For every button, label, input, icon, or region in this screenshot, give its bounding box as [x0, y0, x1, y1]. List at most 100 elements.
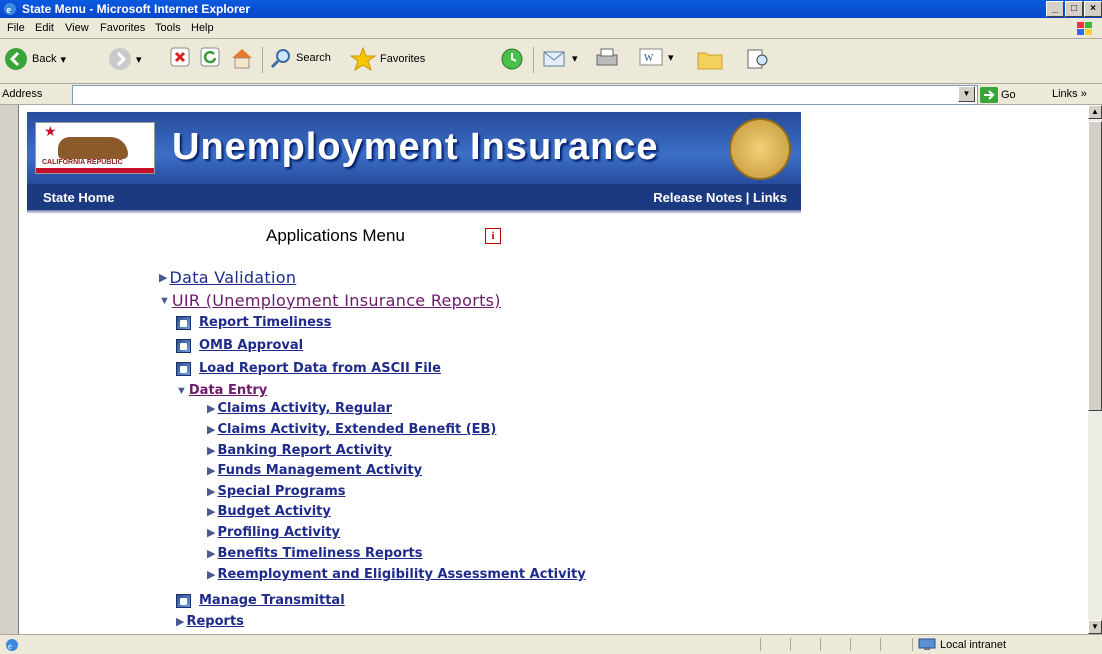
list-item[interactable]: ▶ Banking Report Activity	[207, 443, 392, 458]
data-entry-link-item[interactable]: Funds Management Activity	[217, 463, 422, 478]
california-flag-logo: ★ CALIFORNIA REPUBLIC	[35, 122, 155, 174]
page-title: Applications Menu	[266, 226, 405, 245]
edit-button[interactable]: W ▾	[638, 47, 674, 67]
data-entry-link-item[interactable]: Banking Report Activity	[217, 443, 391, 458]
forward-button[interactable]: ▾	[108, 47, 142, 71]
intranet-icon	[918, 638, 936, 650]
load-report-link[interactable]: Load Report Data from ASCII File	[199, 361, 441, 376]
svg-text:W: W	[644, 53, 654, 64]
toolbar: Back ▾ ▾ Search Favorites ▾ W ▾	[0, 39, 1102, 84]
go-arrow-icon	[980, 87, 998, 103]
window-titlebar: e State Menu - Microsoft Internet Explor…	[0, 0, 1102, 18]
history-button[interactable]	[500, 47, 524, 71]
menu-view[interactable]: View	[65, 22, 89, 34]
menu-item-manage-transmittal[interactable]: Manage Transmittal	[176, 593, 345, 608]
svg-text:e: e	[7, 5, 12, 16]
info-icon[interactable]: i	[485, 228, 501, 244]
data-entry-link-item[interactable]: Claims Activity, Extended Benefit (EB)	[217, 422, 496, 437]
menu-item-report-timeliness[interactable]: Report Timeliness	[176, 315, 331, 330]
state-home-link[interactable]: State Home	[43, 190, 115, 205]
address-input[interactable]	[72, 85, 978, 105]
menu-file[interactable]: File	[7, 22, 25, 34]
chevron-down-icon: ▾	[60, 53, 66, 66]
folder-icon	[697, 52, 723, 70]
menu-item-reports[interactable]: ▶ Reports	[176, 614, 244, 629]
uir-link[interactable]: UIR (Unemployment Insurance Reports)	[172, 291, 501, 310]
menu-edit[interactable]: Edit	[35, 22, 54, 34]
back-arrow-icon	[5, 48, 27, 70]
menu-help[interactable]: Help	[191, 22, 214, 34]
data-entry-link-item[interactable]: Reemployment and Eligibility Assessment …	[217, 567, 585, 582]
menu-favorites[interactable]: Favorites	[100, 22, 145, 34]
triangle-right-icon: ▶	[207, 506, 216, 518]
search-label: Search	[296, 52, 331, 64]
data-entry-link-item[interactable]: Special Programs	[217, 484, 345, 499]
menu-item-omb-approval[interactable]: OMB Approval	[176, 338, 303, 353]
ie-logo-icon: e	[4, 3, 16, 16]
manage-transmittal-link[interactable]: Manage Transmittal	[199, 593, 345, 608]
report-timeliness-link[interactable]: Report Timeliness	[199, 315, 331, 330]
mail-button[interactable]: ▾	[542, 47, 578, 69]
chevron-down-icon: ▾	[136, 53, 142, 66]
search-button[interactable]: Search	[270, 47, 331, 69]
stop-icon	[170, 47, 190, 67]
data-entry-link-item[interactable]: Benefits Timeliness Reports	[217, 546, 422, 561]
maximize-button[interactable]: □	[1065, 1, 1083, 17]
menu-item-data-entry[interactable]: ▼ Data Entry	[176, 383, 267, 398]
list-item[interactable]: ▶ Funds Management Activity	[207, 463, 422, 478]
list-item[interactable]: ▶ Reemployment and Eligibility Assessmen…	[207, 567, 586, 582]
scroll-down-button[interactable]: ▼	[1088, 620, 1102, 634]
address-bar: Address ▼ Go Links »	[0, 84, 1102, 105]
home-button[interactable]	[230, 47, 254, 69]
zone-label: Local intranet	[940, 638, 1007, 651]
list-item[interactable]: ▶ Special Programs	[207, 484, 346, 499]
triangle-right-icon: ▶	[207, 403, 216, 415]
refresh-button[interactable]	[200, 47, 220, 67]
address-dropdown-button[interactable]: ▼	[958, 86, 975, 102]
close-button[interactable]: ×	[1084, 1, 1102, 17]
list-item[interactable]: ▶ Claims Activity, Extended Benefit (EB)	[207, 422, 496, 437]
list-item[interactable]: ▶ Claims Activity, Regular	[207, 401, 392, 416]
word-edit-icon: W	[639, 48, 663, 66]
menu-tools[interactable]: Tools	[155, 22, 181, 34]
list-item[interactable]: ▶ Profiling Activity	[207, 525, 340, 540]
menu-item-uir[interactable]: ▼ UIR (Unemployment Insurance Reports)	[159, 291, 501, 310]
omb-approval-link[interactable]: OMB Approval	[199, 338, 303, 353]
vertical-scrollbar[interactable]: ▲ ▼	[1088, 105, 1102, 634]
list-item[interactable]: ▶ Budget Activity	[207, 504, 331, 519]
report-doc-icon	[176, 593, 191, 608]
discuss-button[interactable]	[696, 47, 724, 71]
back-button[interactable]: Back ▾	[4, 47, 66, 71]
links-label: Links	[1052, 88, 1078, 100]
go-button[interactable]: Go	[980, 87, 1016, 103]
menu-item-load-report[interactable]: Load Report Data from ASCII File	[176, 361, 441, 376]
triangle-down-icon: ▼	[159, 294, 170, 307]
research-icon	[747, 49, 768, 69]
data-entry-link-item[interactable]: Budget Activity	[217, 504, 330, 519]
list-item[interactable]: ▶ Benefits Timeliness Reports	[207, 546, 422, 561]
scroll-thumb[interactable]	[1088, 121, 1102, 411]
links-button[interactable]: Links »	[1052, 88, 1087, 100]
minimize-button[interactable]: _	[1046, 1, 1064, 17]
release-notes-links[interactable]: Release Notes | Links	[653, 190, 787, 205]
triangle-right-icon: ▶	[207, 424, 216, 436]
research-button[interactable]	[746, 47, 772, 71]
data-entry-link[interactable]: Data Entry	[189, 383, 267, 398]
print-button[interactable]	[594, 47, 620, 69]
scroll-up-button[interactable]: ▲	[1088, 105, 1102, 119]
reports-link[interactable]: Reports	[186, 614, 243, 629]
mail-icon	[543, 51, 565, 67]
menu-item-data-validation[interactable]: ▶ Data Validation	[159, 268, 296, 287]
data-entry-link-item[interactable]: Profiling Activity	[217, 525, 340, 540]
home-icon	[232, 49, 252, 69]
header-banner: ★ CALIFORNIA REPUBLIC Unemployment Insur…	[27, 112, 801, 184]
triangle-right-icon: ▶	[207, 569, 216, 581]
stop-button[interactable]	[170, 47, 190, 67]
data-entry-link-item[interactable]: Claims Activity, Regular	[217, 401, 392, 416]
search-icon	[270, 49, 290, 69]
favorites-button[interactable]: Favorites	[350, 47, 425, 71]
svg-text:e: e	[8, 641, 12, 651]
back-label: Back	[32, 53, 57, 65]
data-validation-link[interactable]: Data Validation	[169, 268, 296, 287]
report-doc-icon	[176, 315, 191, 330]
